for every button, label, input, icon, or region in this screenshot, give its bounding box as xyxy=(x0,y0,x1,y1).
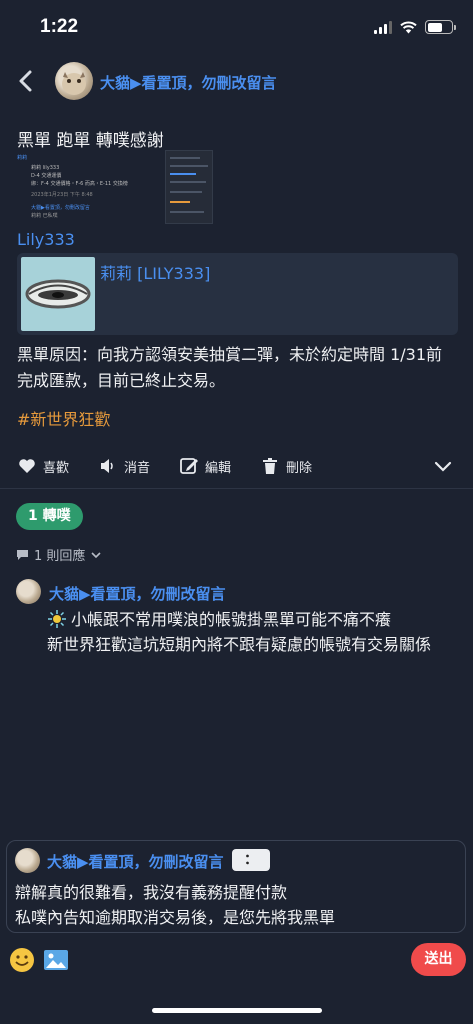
delete-label: 刪除 xyxy=(286,460,313,476)
status-bar: 1:22 xyxy=(0,0,473,56)
link-preview-card[interactable]: 莉莉 [LILY333] xyxy=(17,253,458,335)
mute-button[interactable]: 消音 xyxy=(98,456,150,476)
mute-label: 消音 xyxy=(124,460,151,476)
divider xyxy=(0,488,473,489)
header: 大貓▶看置頂，勿刪改留言 xyxy=(0,56,473,106)
edit-icon xyxy=(180,458,198,474)
speaker-icon xyxy=(101,459,113,473)
replurk-badge[interactable]: 1 轉噗 xyxy=(16,503,83,530)
card-title: 莉莉 [LILY333] xyxy=(100,264,211,283)
screenshot-thumbnail-1[interactable]: 莉莉 莉莉 lily333 D-4 交通運價 綁：F-4 交通價格・F-6 而高… xyxy=(17,150,157,222)
status-time: 1:22 xyxy=(40,16,79,37)
emoji-icon[interactable] xyxy=(9,947,35,973)
comment-line-1: 小帳跟不常用噗浪的帳號掛黑單可能不痛不癢 xyxy=(71,610,392,629)
avatar[interactable] xyxy=(55,62,93,100)
post-title: 黑單 跑單 轉噗感謝 xyxy=(17,131,164,151)
compose-author: 大貓▶看置頂，勿刪改留言 xyxy=(47,853,224,871)
battery-icon xyxy=(425,20,456,34)
comment-line-2: 新世界狂歡這坑短期內將不跟有疑慮的帳號有交易關係 xyxy=(47,635,432,654)
delete-button[interactable]: 刪除 xyxy=(260,456,312,476)
comment-avatar[interactable] xyxy=(16,579,41,604)
chevron-down-icon xyxy=(91,551,101,558)
send-button[interactable]: 送出 xyxy=(411,943,466,976)
wifi-icon xyxy=(400,20,417,33)
compose-line-2: 私噗內告知逾期取消交易後，是您先將我黑單 xyxy=(15,908,336,927)
heart-icon xyxy=(19,459,35,473)
like-label: 喜歡 xyxy=(43,460,70,476)
edit-label: 編輯 xyxy=(205,460,232,476)
post-body: 黑單原因：向我方認領安美抽賞二彈，未於約定時間 1/31前完成匯款，目前已終止交… xyxy=(17,345,443,390)
chevron-down-icon[interactable] xyxy=(433,456,453,476)
signal-icon xyxy=(374,20,392,34)
compose-toolbar: 送出 xyxy=(0,940,473,980)
qualifier-button[interactable]: ： xyxy=(232,849,270,871)
hashtag[interactable]: #新世界狂歡 xyxy=(17,406,110,430)
back-icon[interactable] xyxy=(14,66,38,96)
reply-count-label: 1 則回應 xyxy=(34,549,86,564)
home-indicator xyxy=(152,1008,322,1013)
action-bar: 喜歡 消音 編輯 刪除 xyxy=(0,452,473,482)
comment-author[interactable]: 大貓▶看置頂，勿刪改留言 xyxy=(49,583,226,604)
like-button[interactable]: 喜歡 xyxy=(17,456,69,476)
post-images: 莉莉 莉莉 lily333 D-4 交通運價 綁：F-4 交通價格・F-6 而高… xyxy=(17,150,217,226)
reply-input[interactable]: 大貓▶看置頂，勿刪改留言 ： 辯解真的很難看，我沒有義務提醒付款 私噗內告知逾期… xyxy=(6,840,466,933)
image-icon[interactable] xyxy=(43,947,69,973)
trash-icon xyxy=(263,458,277,474)
screenshot-thumbnail-2[interactable] xyxy=(165,150,213,224)
user-link[interactable]: Lily333 xyxy=(17,230,75,249)
edit-button[interactable]: 編輯 xyxy=(179,456,231,476)
reply-count[interactable]: 1 則回應 xyxy=(16,545,102,564)
compose-avatar xyxy=(15,848,40,873)
comment-text: 小帳跟不常用噗浪的帳號掛黑單可能不痛不癢 新世界狂歡這坑短期內將不跟有疑慮的帳號… xyxy=(47,607,467,657)
status-icons xyxy=(374,20,456,34)
compose-text[interactable]: 辯解真的很難看，我沒有義務提醒付款 私噗內告知逾期取消交易後，是您先將我黑單 xyxy=(15,880,455,930)
sparkle-icon xyxy=(48,610,66,628)
author-name[interactable]: 大貓▶看置頂，勿刪改留言 xyxy=(100,72,277,93)
comment-icon xyxy=(17,550,28,560)
card-thumbnail xyxy=(21,257,95,331)
compose-line-1: 辯解真的很難看，我沒有義務提醒付款 xyxy=(15,883,288,902)
